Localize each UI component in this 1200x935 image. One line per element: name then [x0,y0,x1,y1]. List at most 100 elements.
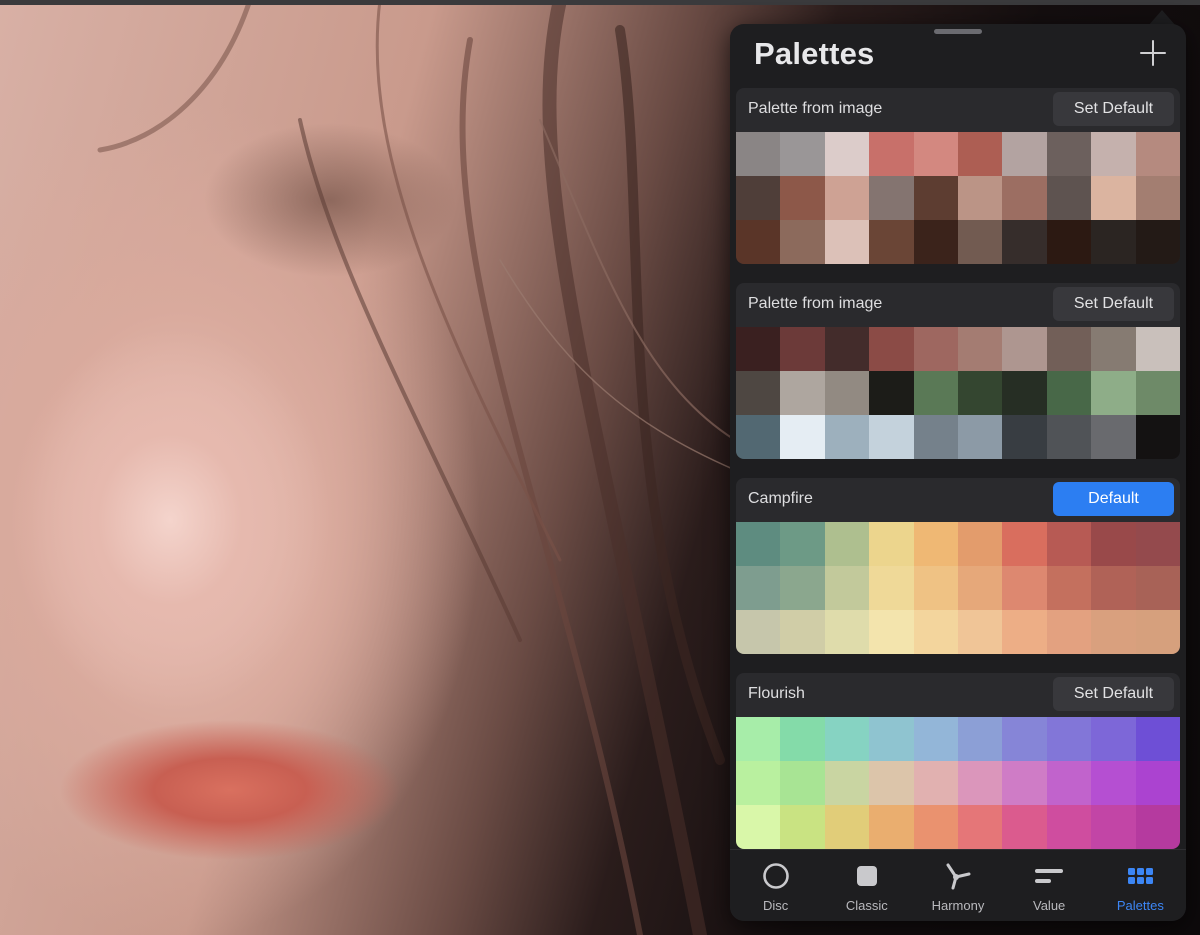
color-swatch[interactable] [824,566,870,610]
color-swatch[interactable] [1091,522,1136,566]
color-swatch[interactable] [780,371,825,415]
color-swatch[interactable] [1135,566,1180,610]
color-swatch[interactable] [780,566,825,610]
color-swatch[interactable] [1002,415,1047,459]
add-palette-button[interactable] [1138,38,1168,68]
color-swatch[interactable] [913,220,958,264]
color-swatch[interactable] [913,610,958,654]
color-swatch[interactable] [1002,610,1047,654]
color-swatch[interactable] [869,610,914,654]
color-swatch[interactable] [780,415,825,459]
color-swatch[interactable] [1135,176,1180,220]
color-swatch[interactable] [1046,566,1092,610]
color-swatch[interactable] [780,522,825,566]
color-swatch[interactable] [913,761,958,805]
palette-name[interactable]: Flourish [748,685,805,703]
color-swatch[interactable] [824,610,870,654]
color-swatch[interactable] [1002,566,1047,610]
color-swatch[interactable] [913,566,958,610]
color-swatch[interactable] [958,176,1003,220]
color-swatch[interactable] [958,761,1003,805]
color-swatch[interactable] [1135,717,1180,761]
color-swatch[interactable] [1135,220,1180,264]
color-swatch[interactable] [780,610,825,654]
color-swatch[interactable] [736,761,781,805]
color-swatch[interactable] [824,176,870,220]
color-swatch[interactable] [1002,327,1047,371]
color-swatch[interactable] [824,761,870,805]
color-swatch[interactable] [824,220,870,264]
color-swatch[interactable] [1046,805,1092,849]
color-swatch[interactable] [1046,522,1092,566]
color-swatch[interactable] [958,132,1003,176]
color-swatch[interactable] [913,522,958,566]
color-swatch[interactable] [1135,522,1180,566]
color-swatch[interactable] [1135,371,1180,415]
tab-palettes[interactable]: Palettes [1098,850,1182,921]
color-swatch[interactable] [958,371,1003,415]
color-swatch[interactable] [958,805,1003,849]
color-swatch[interactable] [869,566,914,610]
color-swatch[interactable] [1002,371,1047,415]
color-swatch[interactable] [1046,176,1092,220]
color-swatch[interactable] [869,805,914,849]
color-swatch[interactable] [1002,522,1047,566]
color-swatch[interactable] [736,566,781,610]
default-button[interactable]: Default [1053,482,1174,516]
color-swatch[interactable] [958,327,1003,371]
color-swatch[interactable] [958,566,1003,610]
palette-name[interactable]: Palette from image [748,100,882,118]
color-swatch[interactable] [780,327,825,371]
color-swatch[interactable] [1046,761,1092,805]
color-swatch[interactable] [1135,415,1180,459]
color-swatch[interactable] [1002,805,1047,849]
color-swatch[interactable] [1046,327,1092,371]
color-swatch[interactable] [736,522,781,566]
color-swatch[interactable] [869,327,914,371]
tab-disc[interactable]: Disc [734,850,818,921]
color-swatch[interactable] [1091,415,1136,459]
color-swatch[interactable] [913,327,958,371]
color-swatch[interactable] [1091,566,1136,610]
set-default-button[interactable]: Set Default [1053,287,1174,321]
color-swatch[interactable] [958,220,1003,264]
color-swatch[interactable] [1091,371,1136,415]
color-swatch[interactable] [1091,220,1136,264]
color-swatch[interactable] [1091,761,1136,805]
color-swatch[interactable] [780,805,825,849]
color-swatch[interactable] [1002,220,1047,264]
color-swatch[interactable] [1091,176,1136,220]
color-swatch[interactable] [869,176,914,220]
color-swatch[interactable] [869,371,914,415]
color-swatch[interactable] [1135,761,1180,805]
color-swatch[interactable] [824,717,870,761]
set-default-button[interactable]: Set Default [1053,677,1174,711]
color-swatch[interactable] [869,132,914,176]
color-swatch[interactable] [780,176,825,220]
color-swatch[interactable] [958,717,1003,761]
color-swatch[interactable] [736,132,781,176]
color-swatch[interactable] [913,717,958,761]
set-default-button[interactable]: Set Default [1053,92,1174,126]
color-swatch[interactable] [824,132,870,176]
color-swatch[interactable] [824,371,870,415]
color-swatch[interactable] [869,717,914,761]
tab-value[interactable]: Value [1007,850,1091,921]
color-swatch[interactable] [780,761,825,805]
color-swatch[interactable] [736,220,781,264]
palette-name[interactable]: Campfire [748,490,813,508]
color-swatch[interactable] [824,415,870,459]
color-swatch[interactable] [1002,176,1047,220]
tab-harmony[interactable]: Harmony [916,850,1000,921]
color-swatch[interactable] [780,220,825,264]
color-swatch[interactable] [736,415,781,459]
color-swatch[interactable] [1091,610,1136,654]
color-swatch[interactable] [1002,717,1047,761]
color-swatch[interactable] [1046,220,1092,264]
color-swatch[interactable] [913,132,958,176]
color-swatch[interactable] [958,610,1003,654]
color-swatch[interactable] [869,522,914,566]
grab-handle[interactable] [934,29,982,34]
color-swatch[interactable] [736,327,781,371]
color-swatch[interactable] [1046,415,1092,459]
